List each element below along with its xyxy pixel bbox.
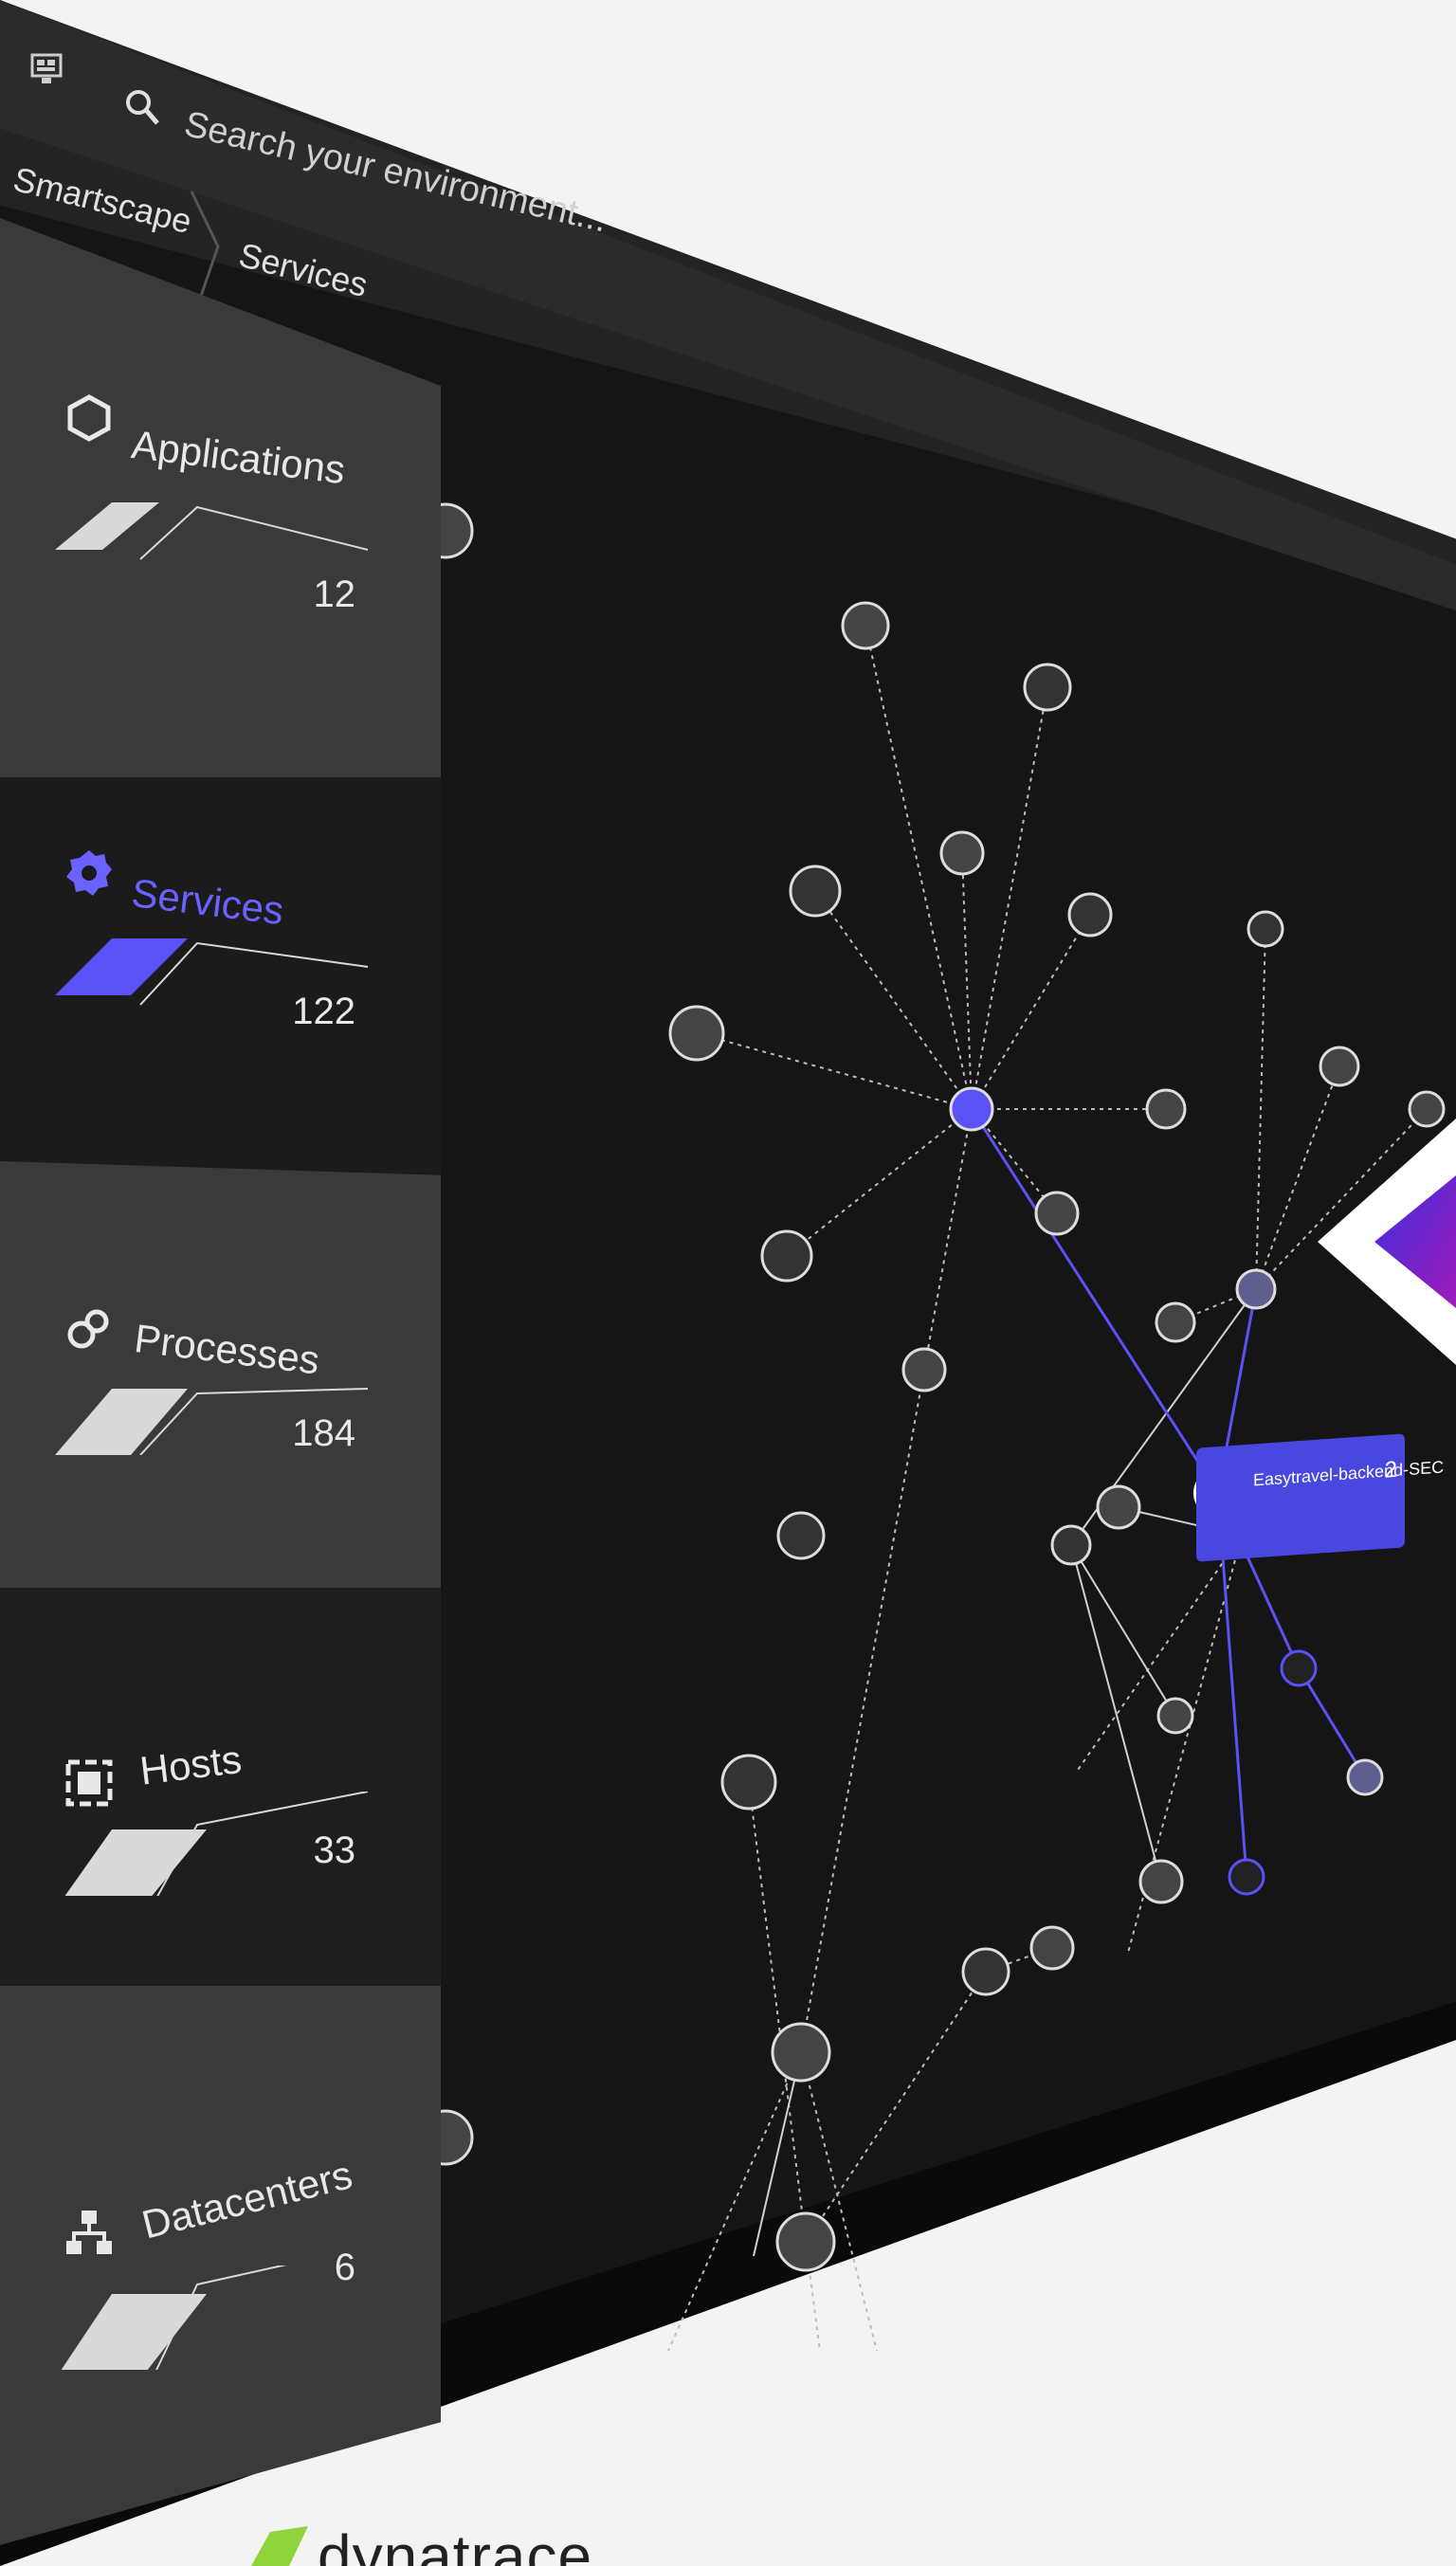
graph-node[interactable]: [1067, 892, 1113, 937]
graph-node[interactable]: [776, 1511, 826, 1560]
search-icon[interactable]: [123, 87, 161, 125]
graph-nodes[interactable]: [441, 502, 1446, 2272]
category-services-count: 122: [292, 991, 355, 1032]
graph-node[interactable]: [1319, 1046, 1360, 1087]
graph-node[interactable]: [961, 1947, 1010, 1996]
category-hosts-count: 33: [313, 1829, 356, 1871]
graph-node[interactable]: [775, 2211, 836, 2272]
gear-icon: [66, 850, 112, 896]
graph-node[interactable]: [668, 1005, 725, 1062]
graph-node[interactable]: [901, 1347, 947, 1392]
graph-node[interactable]: [1096, 1484, 1141, 1530]
app-menu-icon[interactable]: [28, 49, 64, 89]
graph-node[interactable]: [1247, 910, 1284, 948]
graph-node-active[interactable]: [949, 1086, 994, 1132]
graph-node[interactable]: [1280, 1649, 1318, 1687]
brand-name: dynatrace: [318, 2522, 593, 2566]
graph-node[interactable]: [441, 2109, 474, 2166]
graph-node[interactable]: [1156, 1697, 1194, 1735]
graph-node[interactable]: [441, 502, 474, 559]
graph-node[interactable]: [1023, 663, 1072, 712]
dynatrace-logo-icon: [251, 2526, 308, 2566]
graph-node[interactable]: [841, 601, 890, 650]
category-datacenters-count: 6: [334, 2247, 355, 2288]
brand-chevron-icon: [1318, 1119, 1456, 1365]
tooltip-badge: 2: [1384, 1456, 1397, 1483]
category-processes-count: 184: [292, 1412, 355, 1454]
screenshot-stage: Search your environment... Smartscape Se…: [0, 0, 1456, 2566]
graph-node[interactable]: [789, 864, 842, 918]
graph-node[interactable]: [720, 1754, 777, 1811]
graph-node[interactable]: [1155, 1301, 1196, 1343]
category-applications-count: 12: [313, 573, 356, 615]
graph-node[interactable]: [1050, 1524, 1092, 1566]
graph-node[interactable]: [1346, 1758, 1384, 1796]
smartscape-graph[interactable]: [441, 313, 1456, 2351]
graph-node[interactable]: [771, 2022, 831, 2083]
graph-node[interactable]: [760, 1229, 813, 1283]
applications-bar-icon: [55, 502, 369, 560]
datacenter-icon: [66, 2211, 112, 2254]
hexagon-icon: [67, 394, 111, 442]
graph-node[interactable]: [1235, 1268, 1277, 1310]
graph-node[interactable]: [1138, 1859, 1184, 1904]
graph-node[interactable]: [939, 830, 985, 876]
breadcrumb-separator-icon: [190, 191, 220, 302]
node-tooltip[interactable]: Easytravel-backend-SEC 2: [1196, 1433, 1444, 1562]
graph-node[interactable]: [1034, 1191, 1080, 1236]
processes-icon: [67, 1309, 109, 1349]
graph-node[interactable]: [1145, 1088, 1187, 1130]
graph-node[interactable]: [1228, 1858, 1265, 1896]
graph-node[interactable]: [1029, 1925, 1075, 1971]
